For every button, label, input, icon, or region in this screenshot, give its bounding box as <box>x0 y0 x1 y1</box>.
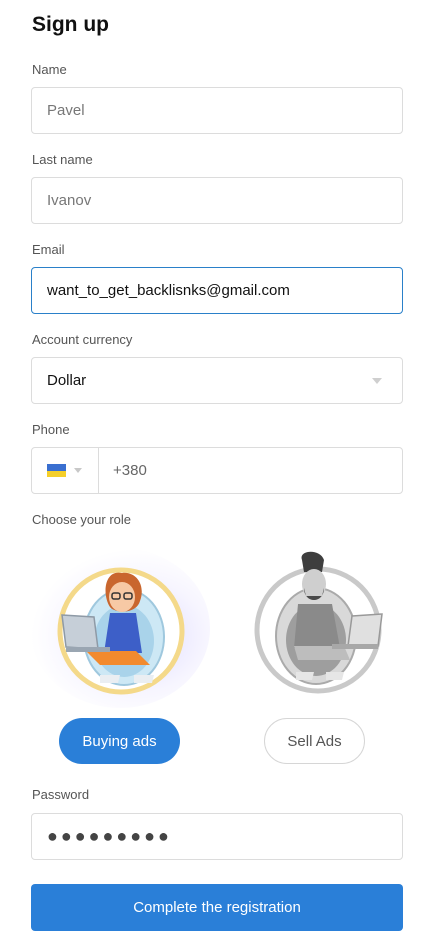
country-code-select[interactable] <box>32 448 99 493</box>
last-name-label: Last name <box>32 152 93 167</box>
last-name-field[interactable]: Ivanov <box>31 177 403 224</box>
password-field[interactable]: ●●●●●●●●● <box>31 813 403 860</box>
sell-ads-button[interactable]: Sell Ads <box>264 718 365 764</box>
password-label: Password <box>32 787 90 802</box>
password-value: ●●●●●●●●● <box>47 826 172 846</box>
chevron-down-icon <box>372 378 382 384</box>
last-name-value: Ivanov <box>47 192 92 209</box>
phone-value: +380 <box>113 462 147 479</box>
ukraine-flag-icon <box>47 464 66 477</box>
name-value: Pavel <box>47 102 85 119</box>
email-label: Email <box>32 242 65 257</box>
phone-field-group: +380 <box>31 447 403 494</box>
page-title: Sign up <box>32 13 109 36</box>
currency-select[interactable]: Dollar <box>31 357 403 404</box>
role-label: Choose your role <box>32 512 131 527</box>
chevron-down-icon <box>74 468 82 473</box>
currency-label: Account currency <box>32 332 133 347</box>
currency-value: Dollar <box>47 372 87 389</box>
seller-illustration[interactable] <box>242 550 392 700</box>
email-value: want_to_get_backlisnks@gmail.com <box>47 282 290 299</box>
buying-ads-button[interactable]: Buying ads <box>59 718 180 764</box>
phone-label: Phone <box>32 422 70 437</box>
name-label: Name <box>32 62 67 77</box>
complete-registration-button[interactable]: Complete the registration <box>31 884 403 931</box>
buyer-illustration[interactable] <box>44 555 194 705</box>
email-field[interactable]: want_to_get_backlisnks@gmail.com <box>31 267 403 314</box>
phone-input[interactable]: +380 <box>99 448 402 493</box>
name-field[interactable]: Pavel <box>31 87 403 134</box>
